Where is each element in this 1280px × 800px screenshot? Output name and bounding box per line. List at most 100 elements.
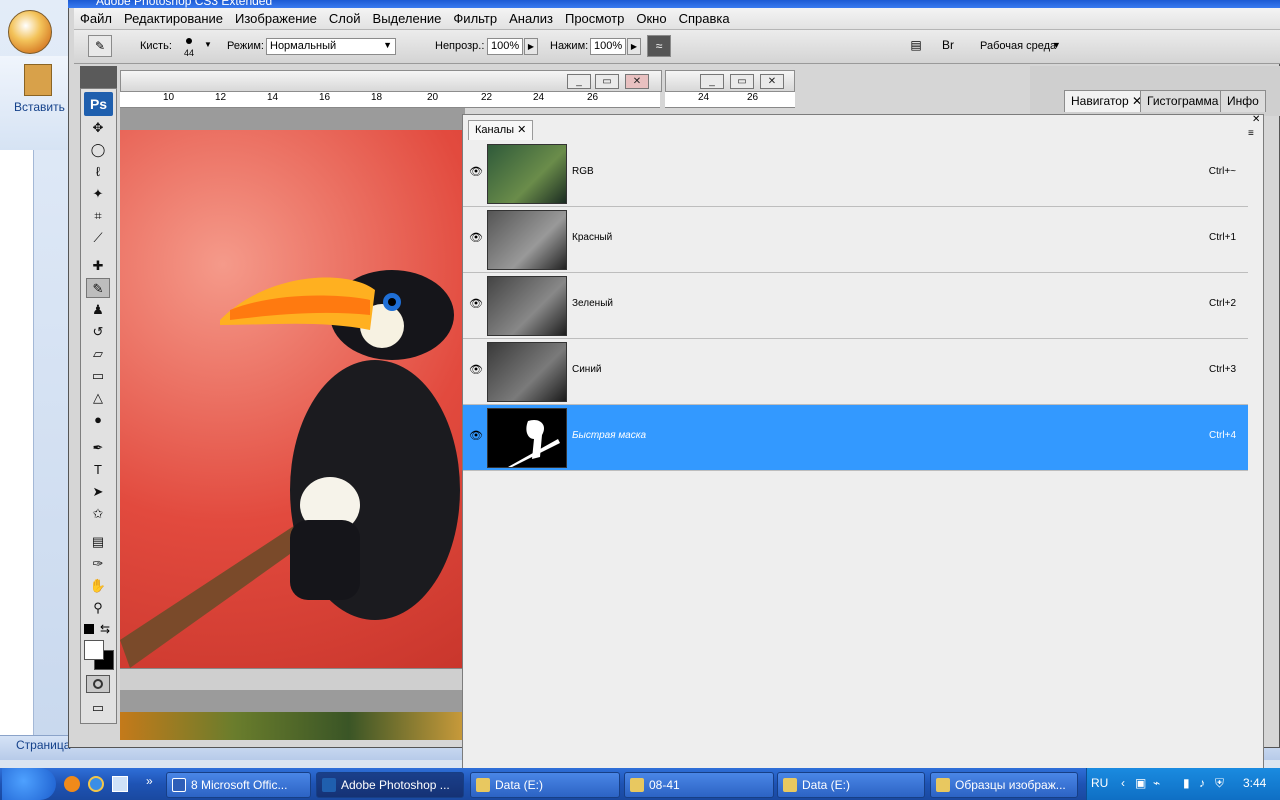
paste-button-label[interactable]: Вставить — [14, 100, 65, 114]
workspace-label[interactable]: Рабочая среда — [980, 40, 1056, 52]
stamp-tool-icon[interactable]: ♟ — [86, 300, 110, 320]
menu-image[interactable]: Изображение — [229, 8, 323, 30]
menu-window[interactable]: Окно — [630, 8, 672, 30]
channel-row[interactable]: 👁 RGB Ctrl+~ — [463, 141, 1248, 207]
close-icon[interactable]: ✕ — [517, 124, 526, 136]
taskbar-item-office[interactable]: 8 Microsoft Offic... — [166, 772, 311, 798]
maximize-icon[interactable]: ▭ — [595, 74, 619, 89]
shape-tool-icon[interactable]: ✩ — [86, 504, 110, 524]
palette-well-icon[interactable]: ▤ — [904, 35, 928, 57]
language-indicator[interactable]: RU — [1091, 776, 1108, 790]
slice-tool-icon[interactable]: ⟋ — [86, 228, 110, 248]
eye-icon[interactable]: 👁 — [469, 165, 483, 179]
menu-edit[interactable]: Редактирование — [118, 8, 229, 30]
taskbar-item-data-e-2[interactable]: Data (E:) — [777, 772, 925, 798]
close-icon[interactable]: ✕ — [760, 74, 784, 89]
brush-tool-icon[interactable]: ✎ — [86, 278, 110, 298]
crop-tool-icon[interactable]: ⌗ — [86, 206, 110, 226]
paste-icon[interactable] — [24, 64, 52, 96]
dodge-tool-icon[interactable]: ● — [86, 410, 110, 430]
menu-view[interactable]: Просмотр — [559, 8, 630, 30]
quicklaunch-expand-icon[interactable]: » — [146, 774, 153, 788]
clock[interactable]: 3:44 — [1243, 776, 1266, 790]
airbrush-icon[interactable]: ≈ — [647, 35, 671, 57]
show-desktop-icon[interactable] — [112, 776, 128, 792]
tab-navigator[interactable]: Навигатор ✕ — [1064, 90, 1150, 112]
eye-icon[interactable]: 👁 — [469, 297, 483, 311]
ie-icon[interactable] — [88, 776, 104, 792]
healing-brush-icon[interactable]: ✚ — [86, 256, 110, 276]
eraser-tool-icon[interactable]: ▱ — [86, 344, 110, 364]
path-selection-icon[interactable]: ➤ — [86, 482, 110, 502]
battery-icon[interactable]: ▮ — [1183, 776, 1190, 790]
second-document-thumbnail[interactable] — [120, 712, 463, 740]
brush-dropdown-icon[interactable]: ▼ — [204, 40, 212, 49]
move-tool-icon[interactable]: ✥ — [86, 118, 110, 138]
brush-dot-icon[interactable] — [186, 38, 192, 44]
eye-icon[interactable]: 👁 — [469, 363, 483, 377]
network-icon[interactable]: ▣ — [1135, 776, 1146, 790]
document-titlebar[interactable]: _ ▭ ✕ — [120, 70, 662, 92]
close-icon[interactable]: ✕ — [625, 74, 649, 89]
blur-tool-icon[interactable]: △ — [86, 388, 110, 408]
start-button[interactable] — [2, 768, 56, 800]
magic-wand-icon[interactable]: ✦ — [86, 184, 110, 204]
foreground-color-swatch[interactable] — [84, 640, 104, 660]
zoom-tool-icon[interactable]: ⚲ — [86, 598, 110, 618]
taskbar-item-08-41[interactable]: 08-41 — [624, 772, 774, 798]
menu-layer[interactable]: Слой — [323, 8, 367, 30]
maximize-icon[interactable]: ▭ — [730, 74, 754, 89]
eye-icon[interactable]: 👁 — [469, 231, 483, 245]
tab-histogram[interactable]: Гистограмма — [1140, 90, 1226, 112]
flow-input[interactable]: 100% — [590, 38, 626, 55]
notes-tool-icon[interactable]: ▤ — [86, 532, 110, 552]
tab-info[interactable]: Инфо — [1220, 90, 1266, 112]
type-tool-icon[interactable]: T — [86, 460, 110, 480]
taskbar-item-data-e-1[interactable]: Data (E:) — [470, 772, 620, 798]
mode-select[interactable]: Нормальный ▼ — [266, 38, 396, 55]
menu-file[interactable]: Файл — [74, 8, 118, 30]
channel-row[interactable]: 👁 Красный Ctrl+1 — [463, 207, 1248, 273]
panel-menu-icon[interactable]: ≡ — [1248, 128, 1254, 139]
usb-icon[interactable]: ⌁ — [1153, 776, 1160, 790]
pen-tool-icon[interactable]: ✒ — [86, 438, 110, 458]
menu-filter[interactable]: Фильтр — [447, 8, 503, 30]
firefox-icon[interactable] — [64, 776, 80, 792]
menu-select[interactable]: Выделение — [367, 8, 448, 30]
menu-analysis[interactable]: Анализ — [503, 8, 559, 30]
taskbar-item-samples[interactable]: Образцы изображ... — [930, 772, 1078, 798]
eye-icon[interactable]: 👁 — [469, 429, 483, 443]
tray-expand-icon[interactable]: ‹ — [1121, 776, 1125, 790]
eyedropper-icon[interactable]: ✑ — [86, 554, 110, 574]
opacity-input[interactable]: 100% — [487, 38, 523, 55]
office-button[interactable] — [8, 10, 52, 54]
channel-row[interactable]: 👁 Синий Ctrl+3 — [463, 339, 1248, 405]
brush-tool-preset-icon[interactable]: ✎ — [88, 35, 112, 57]
default-colors-icon[interactable] — [84, 624, 94, 634]
gradient-tool-icon[interactable]: ▭ — [86, 366, 110, 386]
volume-icon[interactable]: ♪ — [1199, 776, 1205, 790]
minimize-icon[interactable]: _ — [700, 74, 724, 89]
screen-mode-icon[interactable]: ▭ — [86, 698, 110, 718]
minimize-icon[interactable]: _ — [567, 74, 591, 89]
panel-close-icon[interactable]: ✕ — [1252, 114, 1260, 125]
opacity-slider-button[interactable]: ▶ — [524, 38, 538, 55]
bridge-icon[interactable]: Br — [936, 35, 960, 57]
security-icon[interactable]: ⛨ — [1215, 776, 1224, 791]
tools-panel-header[interactable] — [80, 66, 117, 88]
document2-titlebar[interactable]: _ ▭ ✕ — [665, 70, 795, 92]
quick-mask-button[interactable] — [86, 675, 110, 693]
hand-tool-icon[interactable]: ✋ — [86, 576, 110, 596]
lasso-tool-icon[interactable]: ℓ — [86, 162, 110, 182]
toucan-image[interactable] — [120, 130, 463, 668]
menu-help[interactable]: Справка — [673, 8, 736, 30]
marquee-tool-icon[interactable]: ◯ — [86, 140, 110, 160]
tab-channels[interactable]: Каналы ✕ — [468, 120, 534, 140]
channel-row[interactable]: 👁 Зеленый Ctrl+2 — [463, 273, 1248, 339]
swap-colors-icon[interactable]: ⇆ — [100, 622, 110, 636]
flow-slider-button[interactable]: ▶ — [627, 38, 641, 55]
taskbar-item-photoshop[interactable]: Adobe Photoshop ... — [316, 772, 464, 798]
history-brush-icon[interactable]: ↺ — [86, 322, 110, 342]
channel-row-selected[interactable]: 👁 Быстрая маска Ctrl+4 — [463, 405, 1248, 471]
workspace-dropdown-icon[interactable]: ▼ — [1052, 40, 1061, 50]
